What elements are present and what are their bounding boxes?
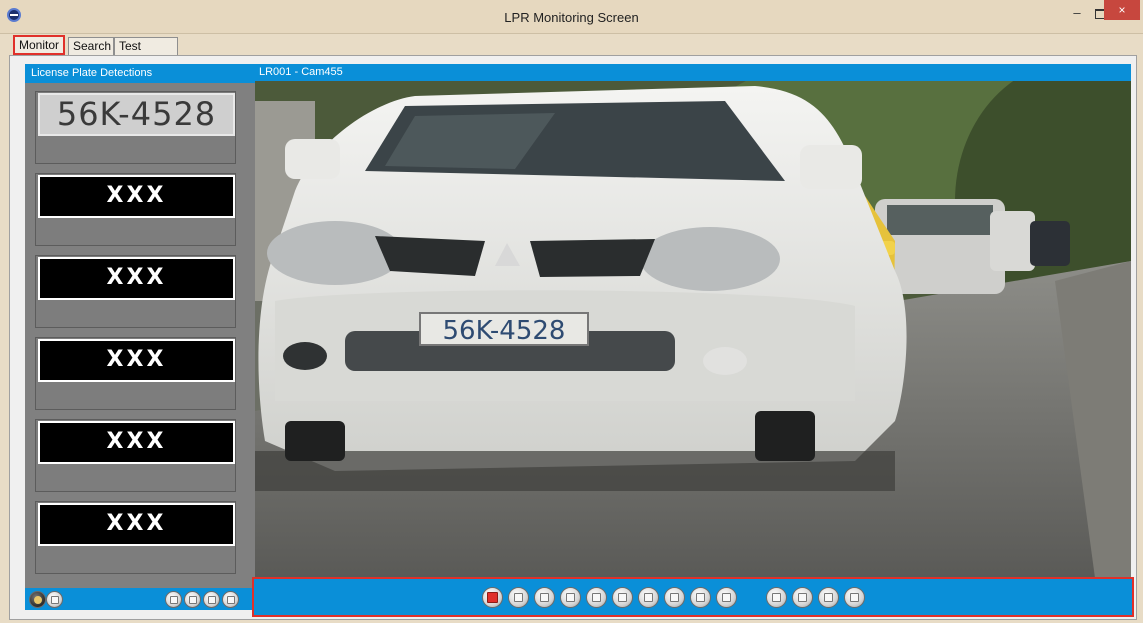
detections-header: License Plate Detections: [25, 64, 255, 83]
plate-placeholder: XXX: [38, 339, 235, 382]
plate-placeholder: XXX: [38, 257, 235, 300]
layout-16-icon[interactable]: [586, 587, 607, 608]
window-title: LPR Monitoring Screen: [504, 10, 639, 25]
plate-placeholder: XXX: [38, 175, 235, 218]
detection-slot[interactable]: 56K-4528: [35, 91, 236, 164]
detection-slot[interactable]: XXX: [35, 337, 236, 410]
camera-panel: LR001 - Cam455 56K-4528: [252, 64, 1134, 617]
plate-placeholder: XXX: [38, 503, 235, 546]
plate-placeholder: XXX: [38, 421, 235, 464]
camera-header: LR001 - Cam455: [255, 64, 1131, 81]
tab-search[interactable]: Search: [68, 37, 114, 55]
record-icon[interactable]: [792, 587, 813, 608]
layout-36-icon[interactable]: [638, 587, 659, 608]
prev-page-icon[interactable]: [165, 591, 182, 608]
minimize-button[interactable]: –: [1070, 6, 1084, 20]
detection-slot[interactable]: XXX: [35, 173, 236, 246]
detection-slot[interactable]: XXX: [35, 501, 236, 574]
title-bar: LPR Monitoring Screen – ×: [0, 0, 1143, 34]
refresh-icon[interactable]: [46, 591, 63, 608]
plate-image: 56K-4528: [38, 93, 235, 136]
snapshot-icon[interactable]: [766, 587, 787, 608]
close-button[interactable]: ×: [1104, 0, 1140, 20]
tab-test-alarm[interactable]: Test Alarm: [114, 37, 178, 69]
page-icon[interactable]: [184, 591, 201, 608]
camera-feed-scene: 56K-4528: [255, 81, 1131, 578]
monitor-tab-content: License Plate Detections 56K-4528 XXX XX…: [9, 55, 1137, 620]
stop-icon[interactable]: [482, 587, 503, 608]
layout-25-icon[interactable]: [612, 587, 633, 608]
detection-slot[interactable]: XXX: [35, 255, 236, 328]
bell-icon[interactable]: [29, 591, 46, 608]
layout-1-icon[interactable]: [508, 587, 529, 608]
playback-icon[interactable]: [818, 587, 839, 608]
camera-toolbar: [252, 577, 1134, 617]
layout-49-icon[interactable]: [664, 587, 685, 608]
last-page-icon[interactable]: [222, 591, 239, 608]
next-page-icon[interactable]: [203, 591, 220, 608]
detections-panel: License Plate Detections 56K-4528 XXX XX…: [25, 64, 255, 610]
tab-monitor[interactable]: Monitor: [13, 35, 65, 55]
detections-toolbar: [25, 588, 255, 610]
camera-feed[interactable]: 56K-4528: [255, 81, 1131, 578]
camera-plate-text: 56K-4528: [443, 316, 566, 346]
detection-slot[interactable]: XXX: [35, 419, 236, 492]
layout-9-icon[interactable]: [560, 587, 581, 608]
layout-4-icon[interactable]: [534, 587, 555, 608]
layout-64-icon[interactable]: [690, 587, 711, 608]
layout-single-icon[interactable]: [716, 587, 737, 608]
fullscreen-icon[interactable]: [844, 587, 865, 608]
